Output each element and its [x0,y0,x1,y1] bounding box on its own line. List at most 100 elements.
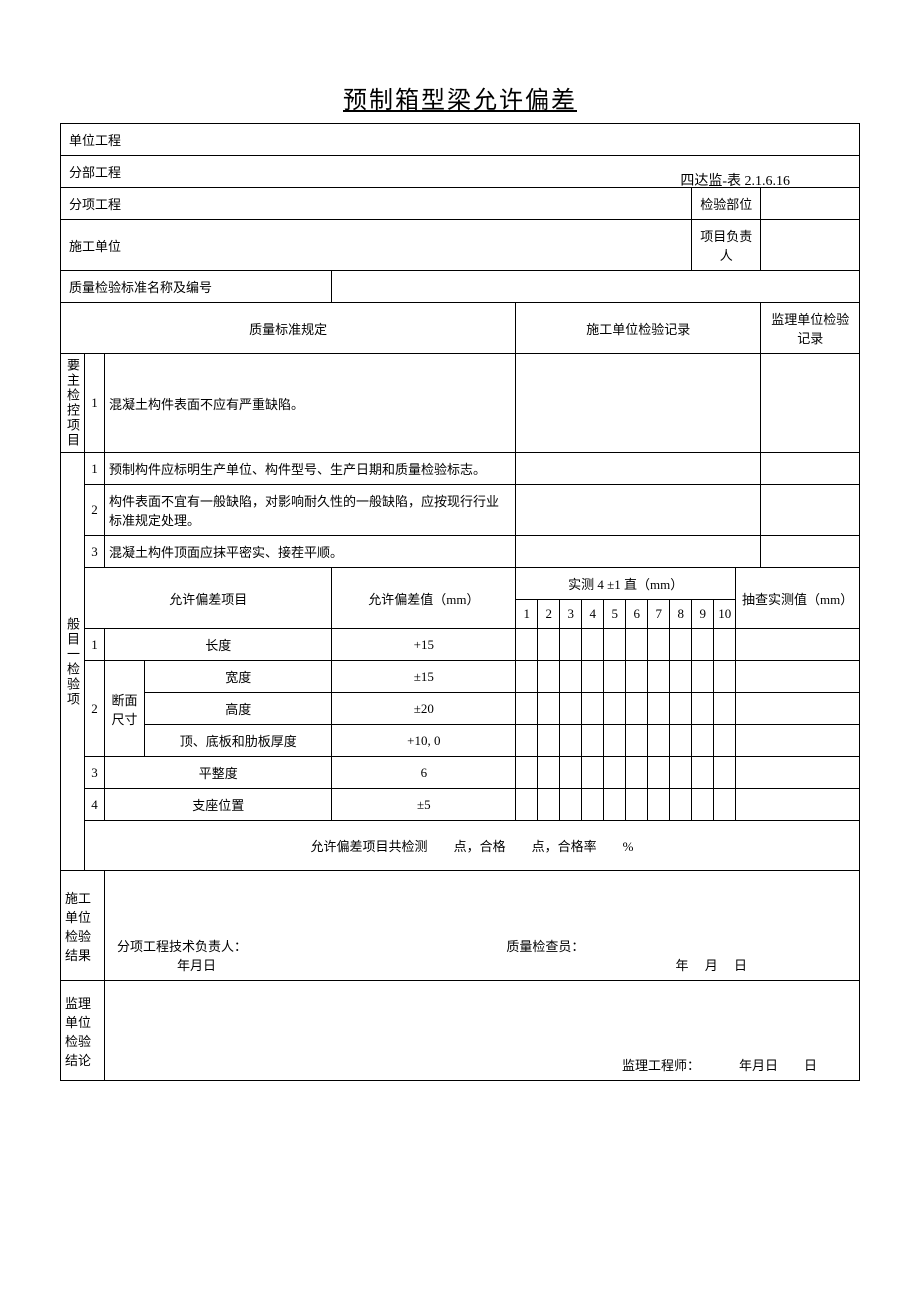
label-quality-inspector: 质量检查员： [506,936,584,955]
m [626,693,648,725]
tol-val-3: ±20 [332,693,516,725]
m [560,725,582,757]
m [560,789,582,821]
m [714,757,736,789]
gen-desc-2: 构件表面不宜有一般缺陷，对影响耐久性的一般缺陷，应按现行行业标准规定处理。 [105,485,516,536]
tol-name-3: 高度 [145,693,332,725]
col-4: 4 [582,600,604,629]
tol-name-6: 支座位置 [105,789,332,821]
col-9: 9 [692,600,714,629]
label-tech-leader: 分项工程技术负责人： [117,936,247,955]
m [648,757,670,789]
m [692,629,714,661]
gen-sup-3 [761,536,860,568]
m [714,789,736,821]
supervision-conclusion-body: 监理工程师： 年月日 日 [105,981,860,1081]
spot-3 [736,693,860,725]
row-construction-unit: 施工单位 项目负责人 [61,220,860,271]
tol-val-6: ±5 [332,789,516,821]
construction-result-body: 分项工程技术负责人： 质量检查员： 年月日 年 月 日 [105,871,860,981]
tol-no-6: 4 [85,789,105,821]
date-year: 年 [675,958,688,973]
tol-name-5: 平整度 [105,757,332,789]
summary-mid2: 点，合格率 [532,839,597,854]
m [560,757,582,789]
label-quality-standard: 质量标准规定 [61,303,516,354]
label-construction-result: 施工单位检验结果 [61,871,105,981]
m [670,661,692,693]
label-measured-header: 实测 4 ±1 直（mm） [516,568,736,600]
page-title: 预制箱型梁允许偏差 [60,80,860,115]
m [648,725,670,757]
m [582,661,604,693]
m [538,725,560,757]
m [538,789,560,821]
m [626,789,648,821]
col-6: 6 [626,600,648,629]
tol-row-4: 顶、底板和肋板厚度 +10, 0 [61,725,860,757]
summary-cell: 允许偏差项目共检测 点，合格 点，合格率 % [85,821,860,871]
label-supervision-record: 监理单位检验记录 [761,303,860,354]
date-day-2: 日 [804,1058,817,1073]
m [516,629,538,661]
m [670,789,692,821]
value-standard-name [332,271,860,303]
label-unit-project: 单位工程 [61,124,860,156]
m [560,661,582,693]
label-tolerance-item: 允许偏差项目 [85,568,332,629]
main-rec-1 [516,354,761,453]
label-main-section: 要主检控项目 [61,354,85,453]
m [626,629,648,661]
tol-row-2: 2 断面尺寸 宽度 ±15 [61,661,860,693]
m [516,693,538,725]
m [670,629,692,661]
tol-no-1: 1 [85,629,105,661]
gen-rec-2 [516,485,761,536]
gen-sup-2 [761,485,860,536]
m [714,725,736,757]
col-5: 5 [604,600,626,629]
tol-name-4: 顶、底板和肋板厚度 [145,725,332,757]
spot-5 [736,757,860,789]
m [714,629,736,661]
m [538,757,560,789]
tol-row-3: 高度 ±20 [61,693,860,725]
label-construction-record: 施工单位检验记录 [516,303,761,354]
gen-no-2: 2 [85,485,105,536]
m [648,693,670,725]
label-supervision-engineer: 监理工程师： [622,1058,700,1073]
value-inspection-part [761,188,860,220]
row-gen-text-2: 2 构件表面不宜有一般缺陷，对影响耐久性的一般缺陷，应按现行行业标准规定处理。 [61,485,860,536]
row-item-project: 分项工程 检验部位 [61,188,860,220]
col-8: 8 [670,600,692,629]
label-project-leader: 项目负责人 [692,220,761,271]
tol-name-2: 宽度 [145,661,332,693]
row-gen-text-3: 3 混凝土构件顶面应抹平密实、接茬平顺。 [61,536,860,568]
m [560,629,582,661]
label-supervision-conclusion: 监理单位检验结论 [61,981,105,1081]
label-construction-unit: 施工单位 [61,220,692,271]
tol-val-5: 6 [332,757,516,789]
gen-no-3: 3 [85,536,105,568]
m [582,789,604,821]
col-10: 10 [714,600,736,629]
m [516,757,538,789]
m [516,789,538,821]
m [516,725,538,757]
row-construction-result: 施工单位检验结果 分项工程技术负责人： 质量检查员： 年月日 年 月 日 [61,871,860,981]
spot-2 [736,661,860,693]
m [692,661,714,693]
col-3: 3 [560,600,582,629]
tol-val-1: +15 [332,629,516,661]
value-project-leader [761,220,860,271]
spot-6 [736,789,860,821]
main-desc-1: 混凝土构件表面不应有严重缺陷。 [105,354,516,453]
summary-prefix: 允许偏差项目共检测 [311,839,428,854]
gen-desc-1: 预制构件应标明生产单位、构件型号、生产日期和质量检验标志。 [105,453,516,485]
m [692,757,714,789]
m [582,757,604,789]
m [538,661,560,693]
m [670,757,692,789]
m [582,725,604,757]
m [538,693,560,725]
